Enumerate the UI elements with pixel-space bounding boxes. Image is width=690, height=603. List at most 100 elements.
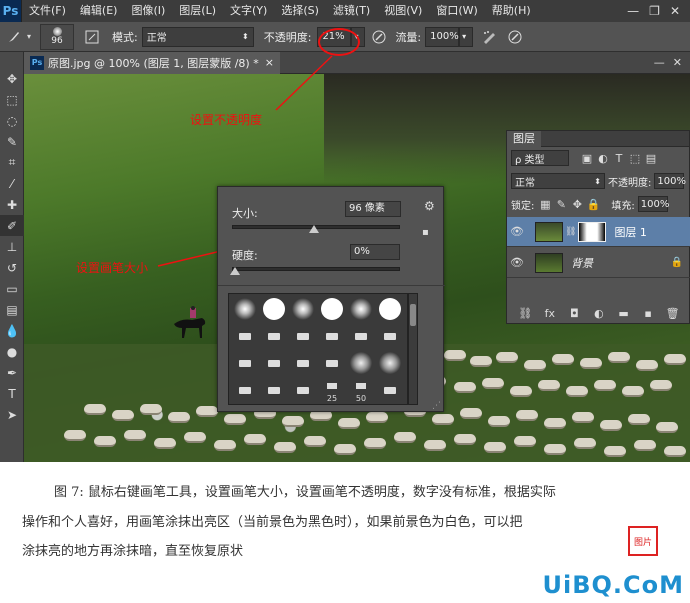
- brush-preset[interactable]: 25: [318, 377, 346, 403]
- menu-image[interactable]: 图像(I): [124, 0, 172, 22]
- brush-preset[interactable]: 50: [347, 377, 375, 403]
- brush-preset[interactable]: [289, 296, 317, 322]
- link-layers-icon[interactable]: ⛓: [517, 307, 533, 320]
- flow-input[interactable]: 100%: [425, 26, 460, 47]
- history-brush-tool-icon[interactable]: ↺: [0, 257, 24, 278]
- size-input[interactable]: 96 像素: [345, 201, 401, 217]
- brush-preset-picker[interactable]: 96: [40, 23, 74, 50]
- brush-preset[interactable]: [376, 350, 404, 376]
- menu-window[interactable]: 窗口(W): [429, 0, 484, 22]
- brush-tool-icon[interactable]: [4, 27, 24, 47]
- eyedropper-tool-icon[interactable]: ⁄: [0, 173, 24, 194]
- size-slider-knob[interactable]: [309, 225, 320, 233]
- popup-settings-gear-icon[interactable]: ⚙: [424, 199, 435, 213]
- brush-preset[interactable]: [318, 323, 346, 349]
- new-preset-icon[interactable]: ▪: [422, 227, 429, 238]
- add-mask-icon[interactable]: ◘: [566, 307, 582, 320]
- blend-mode-select[interactable]: 正常 ⬍: [511, 173, 605, 189]
- pen-tool-icon[interactable]: ✒: [0, 362, 24, 383]
- brush-preset[interactable]: [231, 296, 259, 322]
- quick-select-tool-icon[interactable]: ✎: [0, 131, 24, 152]
- brush-preset[interactable]: [231, 350, 259, 376]
- flow-dropdown[interactable]: ▾: [459, 26, 474, 47]
- tab-layers[interactable]: 图层: [507, 131, 541, 147]
- brush-preset[interactable]: [318, 350, 346, 376]
- brush-preset[interactable]: [347, 323, 375, 349]
- marquee-tool-icon[interactable]: ⬚: [0, 89, 24, 110]
- layer-mask-thumbnail[interactable]: [578, 221, 607, 242]
- doc-close-button[interactable]: ✕: [673, 56, 682, 69]
- eraser-tool-icon[interactable]: ▭: [0, 278, 24, 299]
- brush-preset[interactable]: [347, 296, 375, 322]
- menu-edit[interactable]: 编辑(E): [73, 0, 125, 22]
- clone-stamp-tool-icon[interactable]: ⊥: [0, 236, 24, 257]
- layer-style-icon[interactable]: fx: [542, 307, 558, 320]
- preset-grid-scrollbar[interactable]: [408, 293, 418, 405]
- move-tool-icon[interactable]: ✥: [0, 68, 24, 89]
- brush-preset-grid[interactable]: 25 50: [228, 293, 408, 405]
- lock-transparency-icon[interactable]: ▦: [537, 198, 553, 211]
- gradient-tool-icon[interactable]: ▤: [0, 299, 24, 320]
- brush-preset[interactable]: [260, 350, 288, 376]
- filter-type-icon[interactable]: T: [611, 152, 627, 165]
- brush-preset[interactable]: [260, 323, 288, 349]
- brush-preset[interactable]: [260, 377, 288, 403]
- path-select-tool-icon[interactable]: ➤: [0, 404, 24, 425]
- menu-select[interactable]: 选择(S): [274, 0, 326, 22]
- menu-file[interactable]: 文件(F): [22, 0, 73, 22]
- filter-shape-icon[interactable]: ⬚: [627, 152, 643, 165]
- brush-preset[interactable]: [231, 377, 259, 403]
- brush-preset[interactable]: [318, 296, 346, 322]
- blur-tool-icon[interactable]: 💧: [0, 320, 24, 341]
- document-tab[interactable]: Ps 原图.jpg @ 100% (图层 1, 图层蒙版 /8) * ×: [24, 51, 280, 74]
- brush-preset[interactable]: [376, 323, 404, 349]
- delete-layer-icon[interactable]: 🗑: [665, 307, 681, 320]
- crop-tool-icon[interactable]: ⌗: [0, 152, 24, 173]
- type-tool-icon[interactable]: T: [0, 383, 24, 404]
- adjustment-layer-icon[interactable]: ◐: [591, 307, 607, 320]
- mask-link-icon[interactable]: ⛓: [565, 227, 576, 237]
- filter-smart-icon[interactable]: ▤: [643, 152, 659, 165]
- brush-preset[interactable]: [289, 377, 317, 403]
- lock-paint-icon[interactable]: ✎: [553, 198, 569, 211]
- layer-row-background[interactable]: 👁 背景 🔒: [507, 248, 690, 278]
- minimize-button[interactable]: —: [627, 4, 639, 18]
- close-button[interactable]: ✕: [670, 4, 680, 18]
- pressure-opacity-icon[interactable]: [369, 27, 389, 47]
- hardness-input[interactable]: 0%: [350, 244, 400, 260]
- brush-preset[interactable]: [289, 350, 317, 376]
- restore-button[interactable]: ❐: [649, 4, 660, 18]
- fill-input[interactable]: 100%: [637, 196, 669, 212]
- pressure-size-icon[interactable]: [505, 27, 525, 47]
- group-icon[interactable]: ▬: [616, 307, 632, 320]
- brush-panel-toggle-icon[interactable]: [82, 27, 102, 47]
- menu-type[interactable]: 文字(Y): [223, 0, 274, 22]
- hardness-slider-track[interactable]: [232, 267, 400, 271]
- brush-preset[interactable]: [289, 323, 317, 349]
- filter-adjust-icon[interactable]: ◐: [595, 152, 611, 165]
- brush-preset[interactable]: [376, 296, 404, 322]
- menu-filter[interactable]: 滤镜(T): [326, 0, 377, 22]
- lasso-tool-icon[interactable]: ◌: [0, 110, 24, 131]
- new-layer-icon[interactable]: ▪: [640, 307, 656, 320]
- filter-pixel-icon[interactable]: ▣: [579, 152, 595, 165]
- visibility-eye-icon[interactable]: 👁: [507, 256, 527, 269]
- hardness-slider-knob[interactable]: [230, 267, 240, 275]
- menu-help[interactable]: 帮助(H): [485, 0, 538, 22]
- airbrush-icon[interactable]: [479, 27, 499, 47]
- brush-preset[interactable]: [231, 323, 259, 349]
- doc-minimize-button[interactable]: —: [654, 56, 665, 69]
- visibility-eye-icon[interactable]: 👁: [507, 225, 527, 238]
- layer-filter-select[interactable]: ρ 类型: [511, 150, 569, 166]
- popup-resize-handle-icon[interactable]: ⋰: [432, 401, 441, 411]
- dodge-tool-icon[interactable]: ●: [0, 341, 24, 362]
- brush-preset[interactable]: [260, 296, 288, 322]
- preset-grid-scroll-thumb[interactable]: [410, 304, 416, 326]
- layer-row-layer1[interactable]: 👁 ⛓ 图层 1: [507, 217, 690, 247]
- menu-layer[interactable]: 图层(L): [172, 0, 223, 22]
- menu-view[interactable]: 视图(V): [377, 0, 429, 22]
- lock-position-icon[interactable]: ✥: [569, 198, 585, 211]
- lock-all-icon[interactable]: 🔒: [585, 198, 601, 211]
- chevron-down-icon[interactable]: ▾: [24, 27, 34, 47]
- brush-preset[interactable]: [376, 377, 404, 403]
